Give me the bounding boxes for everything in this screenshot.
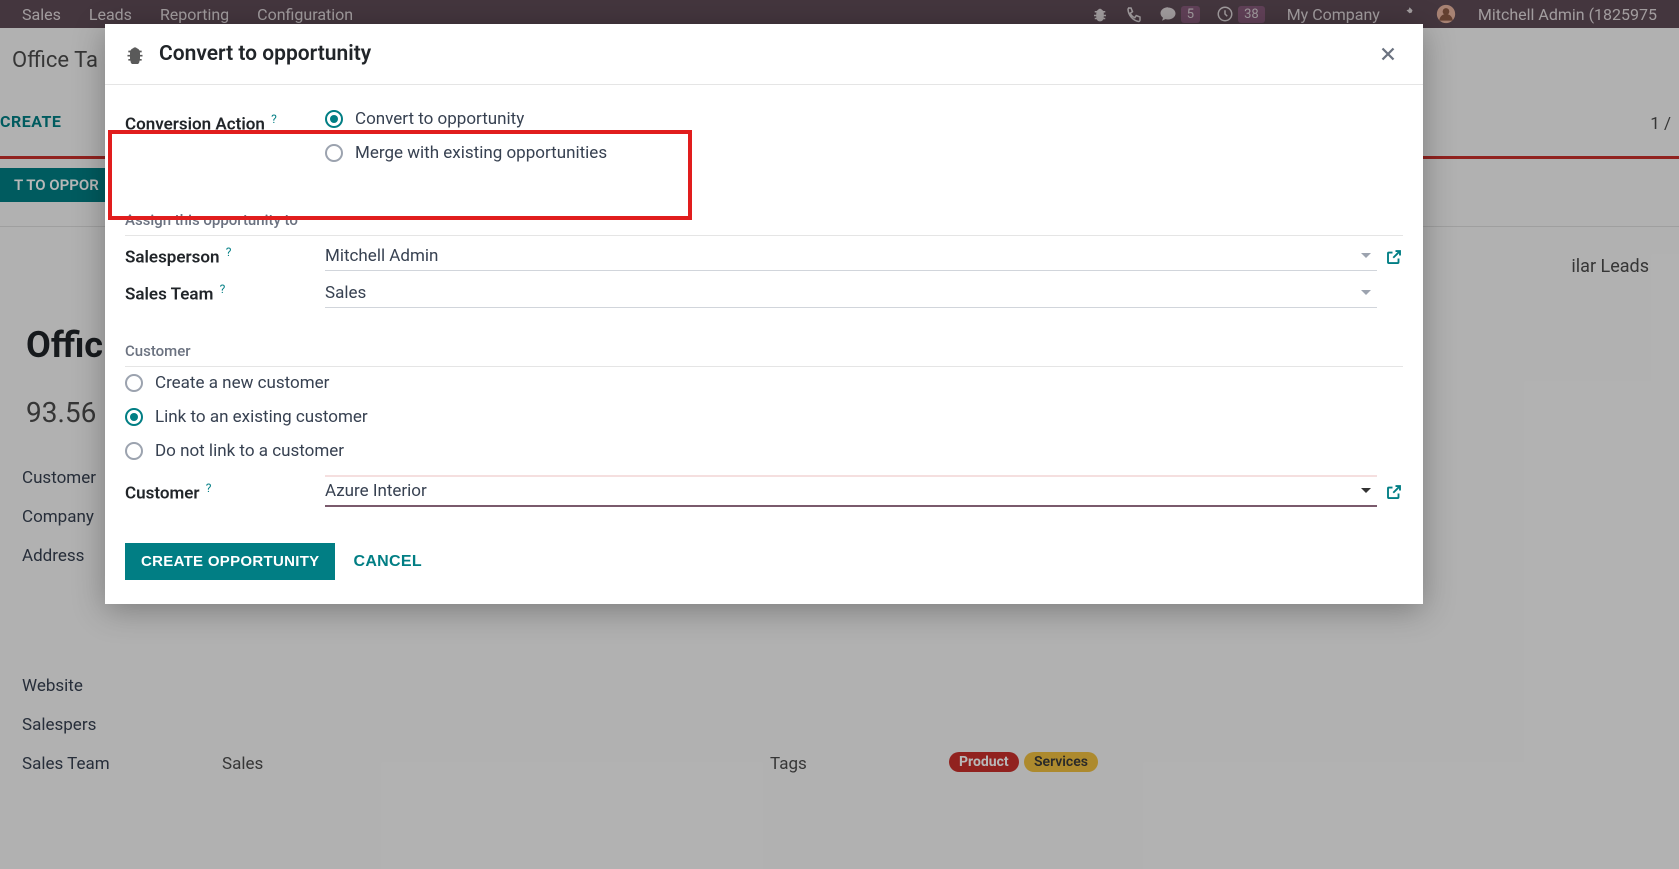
help-icon[interactable]: ? — [226, 245, 232, 259]
radio-link-existing-customer[interactable]: Link to an existing customer — [125, 407, 1403, 427]
salesperson-label: Salesperson ? — [125, 245, 325, 268]
help-icon[interactable]: ? — [220, 282, 226, 296]
sales-team-label-text: Sales Team — [125, 285, 213, 305]
radio-label: Link to an existing customer — [155, 407, 368, 427]
sales-team-input[interactable]: Sales — [325, 279, 1377, 308]
radio-do-not-link[interactable]: Do not link to a customer — [125, 441, 1403, 461]
customer-label: Customer ? — [125, 481, 325, 504]
radio-label: Create a new customer — [155, 373, 329, 393]
customer-row: Customer ? Azure Interior — [125, 477, 1403, 507]
external-link-icon[interactable] — [1385, 483, 1403, 501]
radio-icon — [325, 110, 343, 128]
salesperson-value: Mitchell Admin — [325, 246, 1355, 266]
chevron-down-icon — [1361, 288, 1371, 298]
cancel-button[interactable]: CANCEL — [353, 553, 421, 571]
modal-footer: CREATE OPPORTUNITY CANCEL — [105, 523, 1423, 604]
modal-header: Convert to opportunity — [105, 24, 1423, 85]
sales-team-row: Sales Team ? Sales — [125, 279, 1403, 308]
modal-title: Convert to opportunity — [159, 42, 371, 66]
customer-value: Azure Interior — [325, 481, 1355, 501]
developer-bug-icon[interactable] — [125, 44, 145, 64]
radio-label: Merge with existing opportunities — [355, 143, 607, 163]
salesperson-label-text: Salesperson — [125, 248, 220, 268]
conversion-action-label-text: Conversion Action — [125, 115, 265, 135]
sales-team-value: Sales — [325, 283, 1355, 303]
radio-icon — [125, 442, 143, 460]
close-icon[interactable] — [1377, 43, 1399, 65]
modified-indicator — [325, 475, 1377, 477]
sales-team-label: Sales Team ? — [125, 282, 325, 305]
radio-label: Convert to opportunity — [355, 109, 524, 129]
radio-convert-to-opportunity[interactable]: Convert to opportunity — [325, 109, 1403, 129]
radio-icon — [125, 408, 143, 426]
help-icon[interactable]: ? — [271, 112, 277, 126]
chevron-down-icon — [1361, 251, 1371, 261]
conversion-action-row: Conversion Action ? Convert to opportuni… — [125, 109, 1403, 177]
salesperson-row: Salesperson ? Mitchell Admin — [125, 242, 1403, 271]
radio-label: Do not link to a customer — [155, 441, 344, 461]
radio-create-customer[interactable]: Create a new customer — [125, 373, 1403, 393]
assign-section-title: Assign this opportunity to — [125, 211, 1403, 236]
radio-merge-existing[interactable]: Merge with existing opportunities — [325, 143, 1403, 163]
salesperson-input[interactable]: Mitchell Admin — [325, 242, 1377, 271]
radio-icon — [125, 374, 143, 392]
convert-to-opportunity-modal: Convert to opportunity Conversion Action… — [105, 24, 1423, 604]
external-link-icon[interactable] — [1385, 248, 1403, 266]
conversion-action-label: Conversion Action ? — [125, 109, 325, 135]
radio-icon — [325, 144, 343, 162]
chevron-down-icon — [1361, 486, 1371, 496]
modal-body: Conversion Action ? Convert to opportuni… — [105, 85, 1423, 523]
help-icon[interactable]: ? — [206, 481, 212, 495]
customer-input[interactable]: Azure Interior — [325, 477, 1377, 507]
create-opportunity-button[interactable]: CREATE OPPORTUNITY — [125, 543, 335, 580]
customer-label-text: Customer — [125, 483, 200, 503]
customer-section-title: Customer — [125, 342, 1403, 367]
